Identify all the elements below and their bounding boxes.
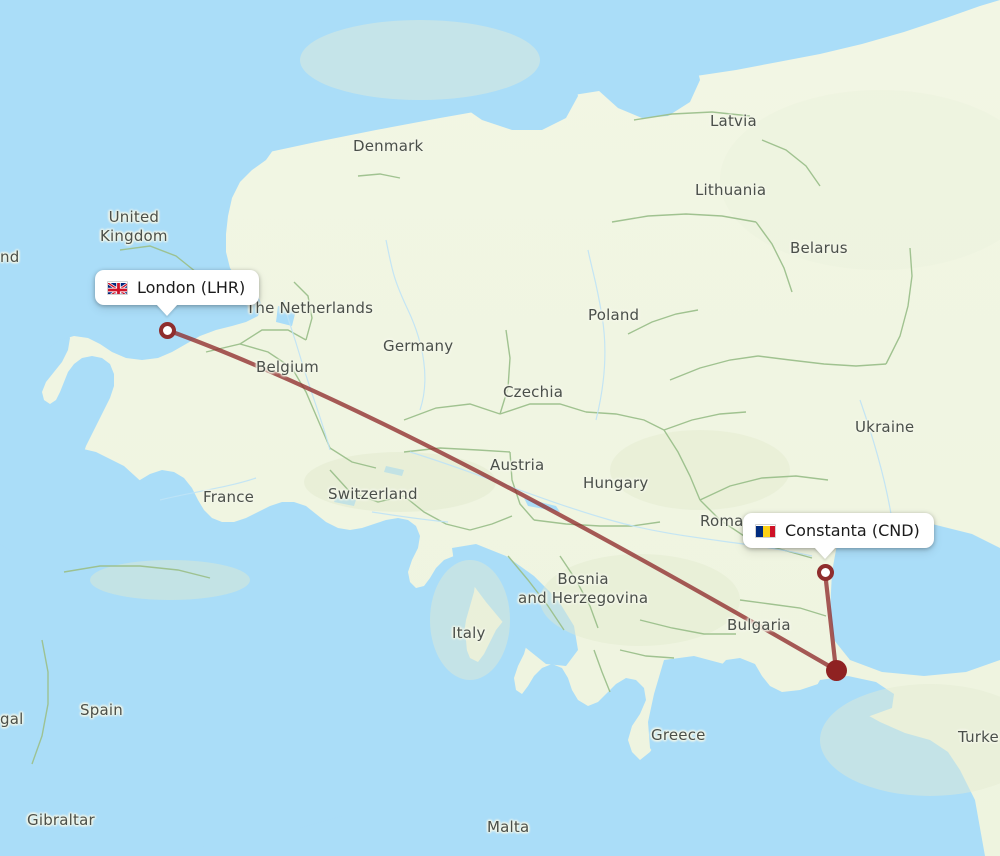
flag-icon-ro [755, 523, 776, 538]
airport-marker-istanbul-hub[interactable] [825, 659, 847, 681]
route-group [164, 327, 839, 673]
flag-icon-gb [107, 280, 128, 295]
tooltip-tail [814, 547, 836, 559]
route-london-istanbul [164, 327, 839, 673]
flight-routes-layer [164, 327, 839, 673]
airport-marker-london-heathrow[interactable] [158, 321, 176, 339]
route-constanta-istanbul [822, 569, 839, 673]
airport-label-text: London (LHR) [137, 278, 246, 297]
airport-marker-constanta[interactable] [816, 563, 834, 581]
flight-route-map[interactable]: nd United Kingdom Denmark Latvia Lithuania Bel… [0, 0, 1000, 856]
airport-tooltip-constanta[interactable]: Constanta (CND) [743, 513, 934, 559]
airport-tooltip-london-heathrow[interactable]: London (LHR) [95, 270, 260, 316]
airport-label-text: Constanta (CND) [785, 521, 920, 540]
tooltip-tail [156, 304, 178, 316]
